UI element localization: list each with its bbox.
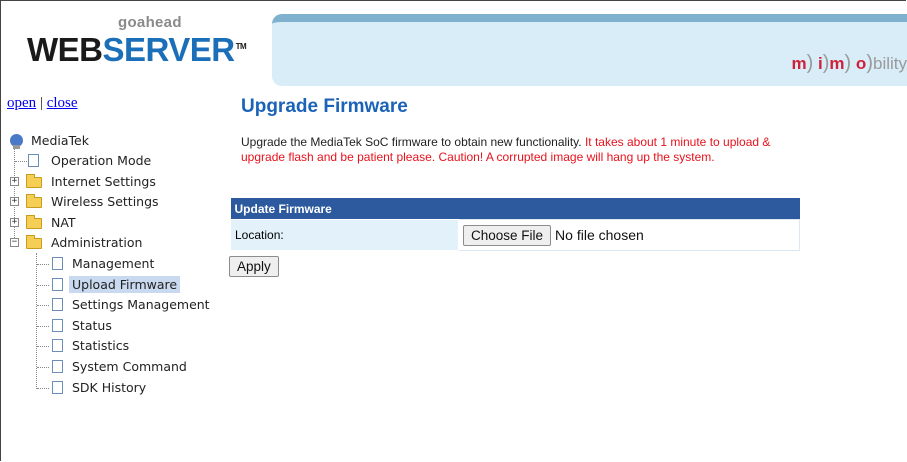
tree-item-system-command[interactable]: System Command <box>8 357 190 376</box>
expand-plus-icon[interactable]: + <box>10 197 19 206</box>
logo-server-text: SERVER <box>102 31 236 68</box>
folder-icon <box>26 194 42 208</box>
tree-item-status[interactable]: Status <box>8 316 115 335</box>
open-close-separator: | <box>39 95 43 111</box>
tree-item-upload-firmware[interactable]: Upload Firmware <box>8 275 181 294</box>
page-icon <box>52 381 63 394</box>
page-title: Upgrade Firmware <box>241 96 408 117</box>
tree-item-nat[interactable]: + NAT <box>8 213 79 232</box>
folder-icon <box>26 215 42 229</box>
header-banner: m) i)m) o)bility <box>272 14 907 86</box>
page-icon <box>52 339 63 352</box>
no-file-status: No file chosen <box>555 226 644 243</box>
description-text: Upgrade the MediaTek SoC firmware to obt… <box>241 135 585 149</box>
update-firmware-table: Update Firmware Location: Choose File No … <box>230 198 800 251</box>
apply-button[interactable]: Apply <box>229 256 279 277</box>
tree-item-internet-settings[interactable]: + Internet Settings <box>8 172 159 191</box>
tree-item-administration[interactable]: − Administration <box>8 233 145 252</box>
tree-open-close: open | close <box>7 95 78 112</box>
logo-web-text: WEB <box>27 31 103 68</box>
choose-file-button[interactable]: Choose File <box>463 224 552 246</box>
expand-plus-icon[interactable]: + <box>10 218 19 227</box>
close-link[interactable]: close <box>47 95 78 111</box>
page-description: Upgrade the MediaTek SoC firmware to obt… <box>241 135 806 165</box>
page-icon <box>52 257 63 270</box>
tree-item-statistics[interactable]: Statistics <box>8 336 132 355</box>
logo-webserver: WEBSERVERTM <box>27 31 247 68</box>
expand-plus-icon[interactable]: + <box>10 177 19 186</box>
tree-root-mediatek[interactable]: MediaTek <box>8 131 92 150</box>
tree-item-wireless-settings[interactable]: + Wireless Settings <box>8 192 162 211</box>
file-input[interactable]: Choose File No file chosen <box>458 219 800 251</box>
page-icon <box>52 298 63 311</box>
open-link[interactable]: open <box>7 95 36 111</box>
logo-tm: TM <box>235 42 247 51</box>
page-icon <box>52 278 63 291</box>
mimobility-logo: m) i)m) o)bility <box>791 52 907 74</box>
folder-icon <box>26 174 42 188</box>
tree-item-operation-mode[interactable]: Operation Mode <box>8 151 154 170</box>
computer-icon <box>10 134 23 149</box>
tree-item-settings-management[interactable]: Settings Management <box>8 295 213 314</box>
tree-item-management[interactable]: Management <box>8 254 157 273</box>
location-label: Location: <box>230 219 459 251</box>
page-icon <box>52 319 63 332</box>
logo-goahead: goahead <box>118 14 182 31</box>
page-icon <box>28 154 39 167</box>
folder-open-icon <box>26 235 42 249</box>
page-icon <box>52 360 63 373</box>
tree-item-sdk-history[interactable]: SDK History <box>8 378 149 397</box>
collapse-minus-icon[interactable]: − <box>10 238 19 247</box>
table-header: Update Firmware <box>230 198 800 220</box>
